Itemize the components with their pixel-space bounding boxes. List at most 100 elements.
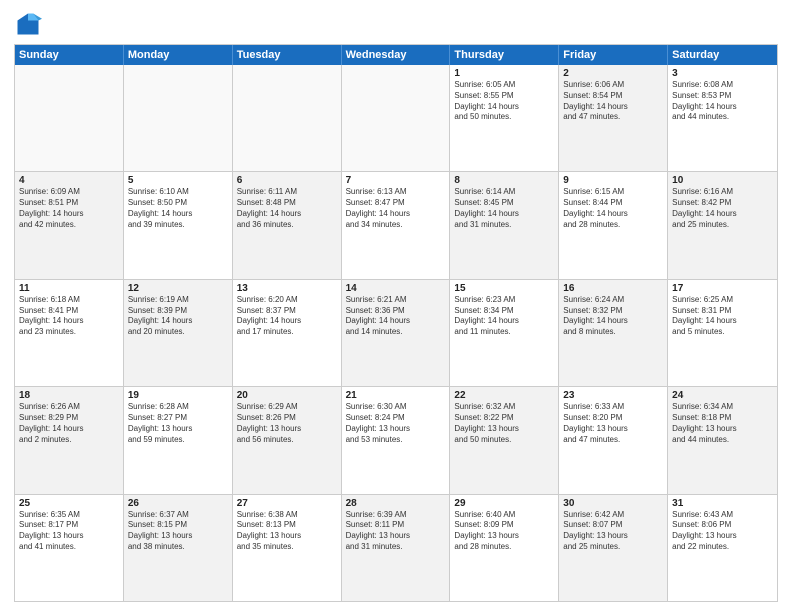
day-number: 7 xyxy=(346,175,446,186)
day-cell-29: 29Sunrise: 6:40 AM Sunset: 8:09 PM Dayli… xyxy=(450,495,559,601)
day-cell-14: 14Sunrise: 6:21 AM Sunset: 8:36 PM Dayli… xyxy=(342,280,451,386)
day-cell-18: 18Sunrise: 6:26 AM Sunset: 8:29 PM Dayli… xyxy=(15,387,124,493)
day-cell-10: 10Sunrise: 6:16 AM Sunset: 8:42 PM Dayli… xyxy=(668,172,777,278)
day-cell-24: 24Sunrise: 6:34 AM Sunset: 8:18 PM Dayli… xyxy=(668,387,777,493)
day-info: Sunrise: 6:38 AM Sunset: 8:13 PM Dayligh… xyxy=(237,510,337,553)
day-info: Sunrise: 6:24 AM Sunset: 8:32 PM Dayligh… xyxy=(563,295,663,338)
calendar-row-4: 25Sunrise: 6:35 AM Sunset: 8:17 PM Dayli… xyxy=(15,494,777,601)
day-cell-1: 1Sunrise: 6:05 AM Sunset: 8:55 PM Daylig… xyxy=(450,65,559,171)
day-number: 23 xyxy=(563,390,663,401)
day-info: Sunrise: 6:34 AM Sunset: 8:18 PM Dayligh… xyxy=(672,402,773,445)
day-cell-27: 27Sunrise: 6:38 AM Sunset: 8:13 PM Dayli… xyxy=(233,495,342,601)
day-number: 20 xyxy=(237,390,337,401)
day-cell-2: 2Sunrise: 6:06 AM Sunset: 8:54 PM Daylig… xyxy=(559,65,668,171)
header-day-wednesday: Wednesday xyxy=(342,45,451,65)
calendar: SundayMondayTuesdayWednesdayThursdayFrid… xyxy=(14,44,778,602)
calendar-row-0: 1Sunrise: 6:05 AM Sunset: 8:55 PM Daylig… xyxy=(15,65,777,171)
day-cell-16: 16Sunrise: 6:24 AM Sunset: 8:32 PM Dayli… xyxy=(559,280,668,386)
day-cell-8: 8Sunrise: 6:14 AM Sunset: 8:45 PM Daylig… xyxy=(450,172,559,278)
day-info: Sunrise: 6:23 AM Sunset: 8:34 PM Dayligh… xyxy=(454,295,554,338)
day-cell-4: 4Sunrise: 6:09 AM Sunset: 8:51 PM Daylig… xyxy=(15,172,124,278)
day-cell-19: 19Sunrise: 6:28 AM Sunset: 8:27 PM Dayli… xyxy=(124,387,233,493)
day-number: 13 xyxy=(237,283,337,294)
day-cell-5: 5Sunrise: 6:10 AM Sunset: 8:50 PM Daylig… xyxy=(124,172,233,278)
calendar-body: 1Sunrise: 6:05 AM Sunset: 8:55 PM Daylig… xyxy=(15,65,777,601)
day-cell-31: 31Sunrise: 6:43 AM Sunset: 8:06 PM Dayli… xyxy=(668,495,777,601)
empty-cell xyxy=(124,65,233,171)
day-info: Sunrise: 6:05 AM Sunset: 8:55 PM Dayligh… xyxy=(454,80,554,123)
day-cell-28: 28Sunrise: 6:39 AM Sunset: 8:11 PM Dayli… xyxy=(342,495,451,601)
day-number: 9 xyxy=(563,175,663,186)
day-cell-20: 20Sunrise: 6:29 AM Sunset: 8:26 PM Dayli… xyxy=(233,387,342,493)
header-day-thursday: Thursday xyxy=(450,45,559,65)
logo xyxy=(14,10,46,38)
day-number: 5 xyxy=(128,175,228,186)
day-number: 12 xyxy=(128,283,228,294)
day-number: 27 xyxy=(237,498,337,509)
day-info: Sunrise: 6:43 AM Sunset: 8:06 PM Dayligh… xyxy=(672,510,773,553)
empty-cell xyxy=(342,65,451,171)
day-info: Sunrise: 6:33 AM Sunset: 8:20 PM Dayligh… xyxy=(563,402,663,445)
day-info: Sunrise: 6:30 AM Sunset: 8:24 PM Dayligh… xyxy=(346,402,446,445)
day-number: 24 xyxy=(672,390,773,401)
day-number: 29 xyxy=(454,498,554,509)
day-info: Sunrise: 6:20 AM Sunset: 8:37 PM Dayligh… xyxy=(237,295,337,338)
day-info: Sunrise: 6:06 AM Sunset: 8:54 PM Dayligh… xyxy=(563,80,663,123)
day-number: 21 xyxy=(346,390,446,401)
day-number: 30 xyxy=(563,498,663,509)
day-info: Sunrise: 6:15 AM Sunset: 8:44 PM Dayligh… xyxy=(563,187,663,230)
day-info: Sunrise: 6:08 AM Sunset: 8:53 PM Dayligh… xyxy=(672,80,773,123)
day-cell-6: 6Sunrise: 6:11 AM Sunset: 8:48 PM Daylig… xyxy=(233,172,342,278)
logo-icon xyxy=(14,10,42,38)
day-info: Sunrise: 6:11 AM Sunset: 8:48 PM Dayligh… xyxy=(237,187,337,230)
day-info: Sunrise: 6:13 AM Sunset: 8:47 PM Dayligh… xyxy=(346,187,446,230)
day-info: Sunrise: 6:14 AM Sunset: 8:45 PM Dayligh… xyxy=(454,187,554,230)
day-info: Sunrise: 6:39 AM Sunset: 8:11 PM Dayligh… xyxy=(346,510,446,553)
header-day-sunday: Sunday xyxy=(15,45,124,65)
header-day-tuesday: Tuesday xyxy=(233,45,342,65)
day-cell-26: 26Sunrise: 6:37 AM Sunset: 8:15 PM Dayli… xyxy=(124,495,233,601)
day-number: 31 xyxy=(672,498,773,509)
day-cell-21: 21Sunrise: 6:30 AM Sunset: 8:24 PM Dayli… xyxy=(342,387,451,493)
day-info: Sunrise: 6:42 AM Sunset: 8:07 PM Dayligh… xyxy=(563,510,663,553)
day-cell-12: 12Sunrise: 6:19 AM Sunset: 8:39 PM Dayli… xyxy=(124,280,233,386)
day-info: Sunrise: 6:26 AM Sunset: 8:29 PM Dayligh… xyxy=(19,402,119,445)
day-number: 2 xyxy=(563,68,663,79)
day-number: 10 xyxy=(672,175,773,186)
empty-cell xyxy=(233,65,342,171)
day-cell-3: 3Sunrise: 6:08 AM Sunset: 8:53 PM Daylig… xyxy=(668,65,777,171)
day-cell-30: 30Sunrise: 6:42 AM Sunset: 8:07 PM Dayli… xyxy=(559,495,668,601)
day-info: Sunrise: 6:21 AM Sunset: 8:36 PM Dayligh… xyxy=(346,295,446,338)
day-info: Sunrise: 6:18 AM Sunset: 8:41 PM Dayligh… xyxy=(19,295,119,338)
day-number: 1 xyxy=(454,68,554,79)
day-info: Sunrise: 6:09 AM Sunset: 8:51 PM Dayligh… xyxy=(19,187,119,230)
day-number: 28 xyxy=(346,498,446,509)
calendar-header: SundayMondayTuesdayWednesdayThursdayFrid… xyxy=(15,45,777,65)
day-number: 25 xyxy=(19,498,119,509)
day-info: Sunrise: 6:32 AM Sunset: 8:22 PM Dayligh… xyxy=(454,402,554,445)
header-day-monday: Monday xyxy=(124,45,233,65)
day-info: Sunrise: 6:25 AM Sunset: 8:31 PM Dayligh… xyxy=(672,295,773,338)
day-number: 11 xyxy=(19,283,119,294)
page: SundayMondayTuesdayWednesdayThursdayFrid… xyxy=(0,0,792,612)
day-cell-22: 22Sunrise: 6:32 AM Sunset: 8:22 PM Dayli… xyxy=(450,387,559,493)
day-info: Sunrise: 6:35 AM Sunset: 8:17 PM Dayligh… xyxy=(19,510,119,553)
day-number: 15 xyxy=(454,283,554,294)
day-info: Sunrise: 6:37 AM Sunset: 8:15 PM Dayligh… xyxy=(128,510,228,553)
day-number: 14 xyxy=(346,283,446,294)
day-number: 6 xyxy=(237,175,337,186)
calendar-row-3: 18Sunrise: 6:26 AM Sunset: 8:29 PM Dayli… xyxy=(15,386,777,493)
day-number: 8 xyxy=(454,175,554,186)
day-info: Sunrise: 6:40 AM Sunset: 8:09 PM Dayligh… xyxy=(454,510,554,553)
header-day-saturday: Saturday xyxy=(668,45,777,65)
day-cell-15: 15Sunrise: 6:23 AM Sunset: 8:34 PM Dayli… xyxy=(450,280,559,386)
day-cell-11: 11Sunrise: 6:18 AM Sunset: 8:41 PM Dayli… xyxy=(15,280,124,386)
empty-cell xyxy=(15,65,124,171)
day-info: Sunrise: 6:19 AM Sunset: 8:39 PM Dayligh… xyxy=(128,295,228,338)
day-number: 17 xyxy=(672,283,773,294)
day-cell-25: 25Sunrise: 6:35 AM Sunset: 8:17 PM Dayli… xyxy=(15,495,124,601)
day-number: 22 xyxy=(454,390,554,401)
day-cell-9: 9Sunrise: 6:15 AM Sunset: 8:44 PM Daylig… xyxy=(559,172,668,278)
calendar-row-1: 4Sunrise: 6:09 AM Sunset: 8:51 PM Daylig… xyxy=(15,171,777,278)
header-day-friday: Friday xyxy=(559,45,668,65)
